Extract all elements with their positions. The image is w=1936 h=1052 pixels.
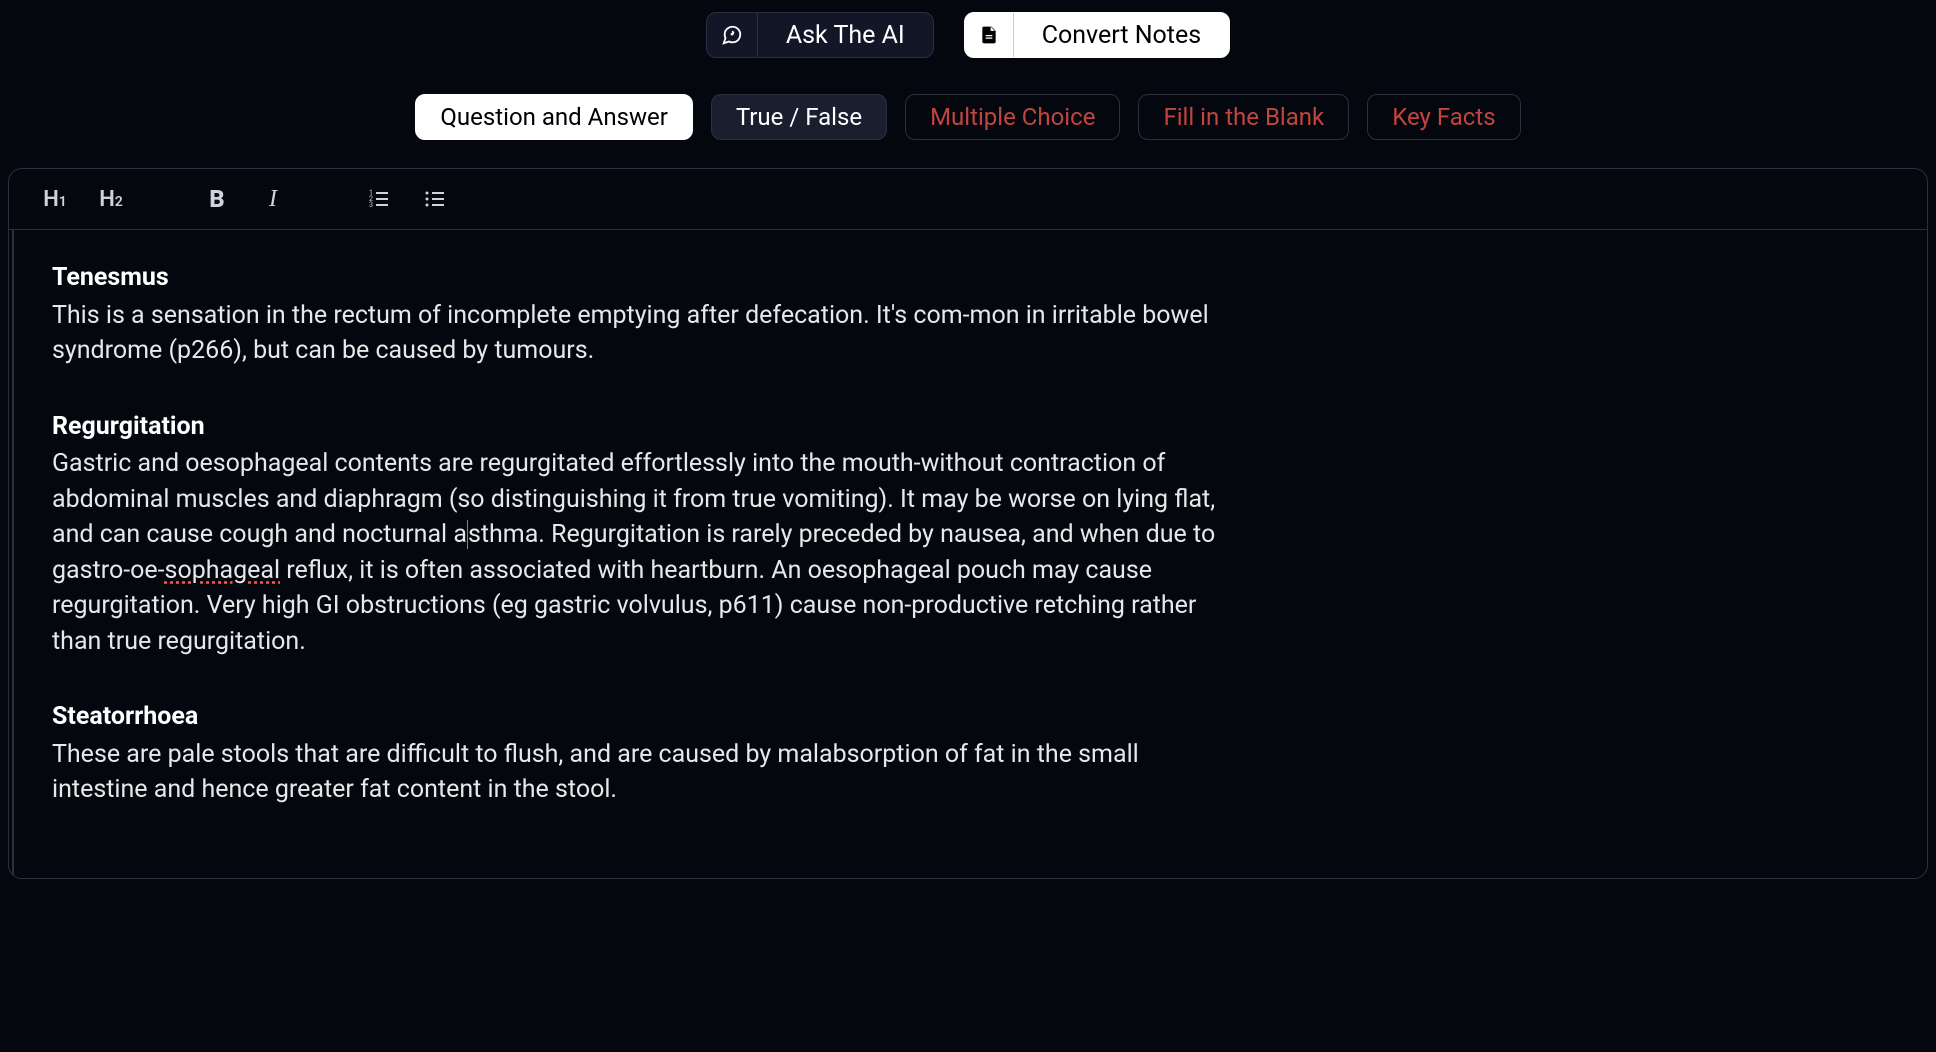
note-section: Tenesmus This is a sensation in the rect… [52,260,1234,369]
section-body: These are pale stools that are difficult… [52,737,1234,808]
note-section: Regurgitation Gastric and oesophageal co… [52,409,1234,660]
editor-content[interactable]: Tenesmus This is a sensation in the rect… [12,230,1272,878]
convert-notes-button[interactable]: Convert Notes [964,12,1230,58]
document-icon [965,13,1014,57]
section-title: Steatorrhoea [52,699,1234,735]
editor-container: H1 H2 B I 1 2 3 [8,168,1928,879]
italic-button[interactable]: I [255,181,291,217]
tab-fill-blank[interactable]: Fill in the Blank [1138,94,1349,140]
top-button-bar: Ask The AI Convert Notes [0,0,1936,66]
heading-2-button[interactable]: H2 [93,181,129,217]
ask-ai-button[interactable]: Ask The AI [706,12,934,58]
tab-question-answer[interactable]: Question and Answer [415,94,692,140]
editor-toolbar: H1 H2 B I 1 2 3 [9,169,1927,230]
note-section: Steatorrhoea These are pale stools that … [52,699,1234,808]
section-title: Tenesmus [52,260,1234,296]
section-body: Gastric and oesophageal contents are reg… [52,446,1234,659]
tab-true-false[interactable]: True / False [711,94,887,140]
chat-icon [707,13,758,57]
heading-1-button[interactable]: H1 [37,181,73,217]
section-title: Regurgitation [52,409,1234,445]
ordered-list-button[interactable]: 1 2 3 [361,181,397,217]
section-body: This is a sensation in the rectum of inc… [52,298,1234,369]
filter-tab-bar: Question and Answer True / False Multipl… [0,66,1936,160]
convert-notes-label: Convert Notes [1014,21,1229,50]
tab-multiple-choice[interactable]: Multiple Choice [905,94,1120,140]
tab-key-facts[interactable]: Key Facts [1367,94,1520,140]
spell-error: sophageal [165,556,281,585]
unordered-list-button[interactable] [417,181,453,217]
bold-button[interactable]: B [199,181,235,217]
ask-ai-label: Ask The AI [758,21,933,50]
svg-text:3: 3 [369,201,373,209]
